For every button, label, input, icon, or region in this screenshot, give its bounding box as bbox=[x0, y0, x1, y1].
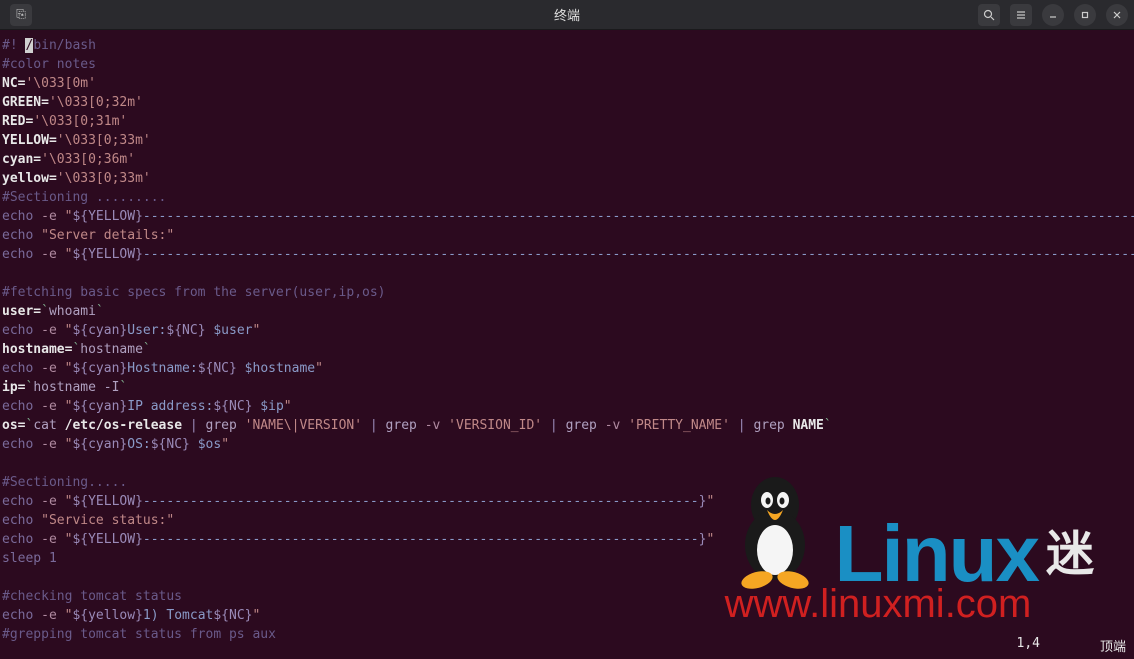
search-button[interactable] bbox=[978, 4, 1000, 26]
maximize-button[interactable] bbox=[1074, 4, 1096, 26]
close-icon bbox=[1112, 10, 1122, 20]
new-tab-button[interactable]: ⎘ bbox=[10, 4, 32, 26]
editor-line: echo -e "${yellow}1) Tomcat${NC}" bbox=[2, 606, 1132, 625]
editor-line: yellow='\033[0;33m' bbox=[2, 169, 1132, 188]
editor-line: NC='\033[0m' bbox=[2, 74, 1132, 93]
editor-line: echo -e "${cyan}Hostname:${NC} $hostname… bbox=[2, 359, 1132, 378]
close-button[interactable] bbox=[1106, 4, 1128, 26]
editor-line: #Sectioning ......... bbox=[2, 188, 1132, 207]
editor-area[interactable]: #! /bin/bash#color notesNC='\033[0m'GREE… bbox=[0, 30, 1134, 650]
titlebar-right bbox=[974, 4, 1128, 26]
search-icon bbox=[983, 9, 995, 21]
hamburger-icon bbox=[1015, 9, 1027, 21]
editor-line: echo -e "${YELLOW}----------------------… bbox=[2, 530, 1132, 549]
editor-line: cyan='\033[0;36m' bbox=[2, 150, 1132, 169]
editor-line: echo -e "${YELLOW}----------------------… bbox=[2, 207, 1132, 226]
editor-line: #! /bin/bash bbox=[2, 36, 1132, 55]
editor-line: #grepping tomcat status from ps aux bbox=[2, 625, 1132, 644]
editor-line: #fetching basic specs from the server(us… bbox=[2, 283, 1132, 302]
editor-line: RED='\033[0;31m' bbox=[2, 112, 1132, 131]
editor-line: sleep 1 bbox=[2, 549, 1132, 568]
editor-line bbox=[2, 454, 1132, 473]
minimize-icon bbox=[1048, 10, 1058, 20]
cursor-position: 1,4 bbox=[1017, 636, 1040, 655]
menu-button[interactable] bbox=[1010, 4, 1032, 26]
editor-line: echo -e "${cyan}OS:${NC} $os" bbox=[2, 435, 1132, 454]
editor-line: user=`whoami` bbox=[2, 302, 1132, 321]
editor-line: GREEN='\033[0;32m' bbox=[2, 93, 1132, 112]
editor-line: echo -e "${cyan}User:${NC} $user" bbox=[2, 321, 1132, 340]
titlebar: ⎘ 终端 bbox=[0, 0, 1134, 30]
editor-line: YELLOW='\033[0;33m' bbox=[2, 131, 1132, 150]
editor-line: echo "Service status:" bbox=[2, 511, 1132, 530]
editor-line: #checking tomcat status bbox=[2, 587, 1132, 606]
maximize-icon bbox=[1080, 10, 1090, 20]
minimize-button[interactable] bbox=[1042, 4, 1064, 26]
editor-line: echo -e "${YELLOW}----------------------… bbox=[2, 492, 1132, 511]
editor-line: ip=`hostname -I` bbox=[2, 378, 1132, 397]
editor-line: echo "Server details:" bbox=[2, 226, 1132, 245]
editor-line: echo -e "${cyan}IP address:${NC} $ip" bbox=[2, 397, 1132, 416]
editor-line bbox=[2, 264, 1132, 283]
tab-icon: ⎘ bbox=[16, 7, 26, 22]
editor-line: echo -e "${YELLOW}----------------------… bbox=[2, 245, 1132, 264]
scroll-state: 顶端 bbox=[1100, 636, 1126, 655]
editor-line bbox=[2, 568, 1132, 587]
editor-line: os=`cat /etc/os-release | grep 'NAME\|VE… bbox=[2, 416, 1132, 435]
editor-line: #Sectioning..... bbox=[2, 473, 1132, 492]
window-title: 终端 bbox=[554, 5, 580, 24]
vim-statusbar: 1,4 顶端 bbox=[1017, 636, 1127, 655]
titlebar-left: ⎘ bbox=[6, 4, 32, 26]
editor-line: #color notes bbox=[2, 55, 1132, 74]
editor-line: hostname=`hostname` bbox=[2, 340, 1132, 359]
